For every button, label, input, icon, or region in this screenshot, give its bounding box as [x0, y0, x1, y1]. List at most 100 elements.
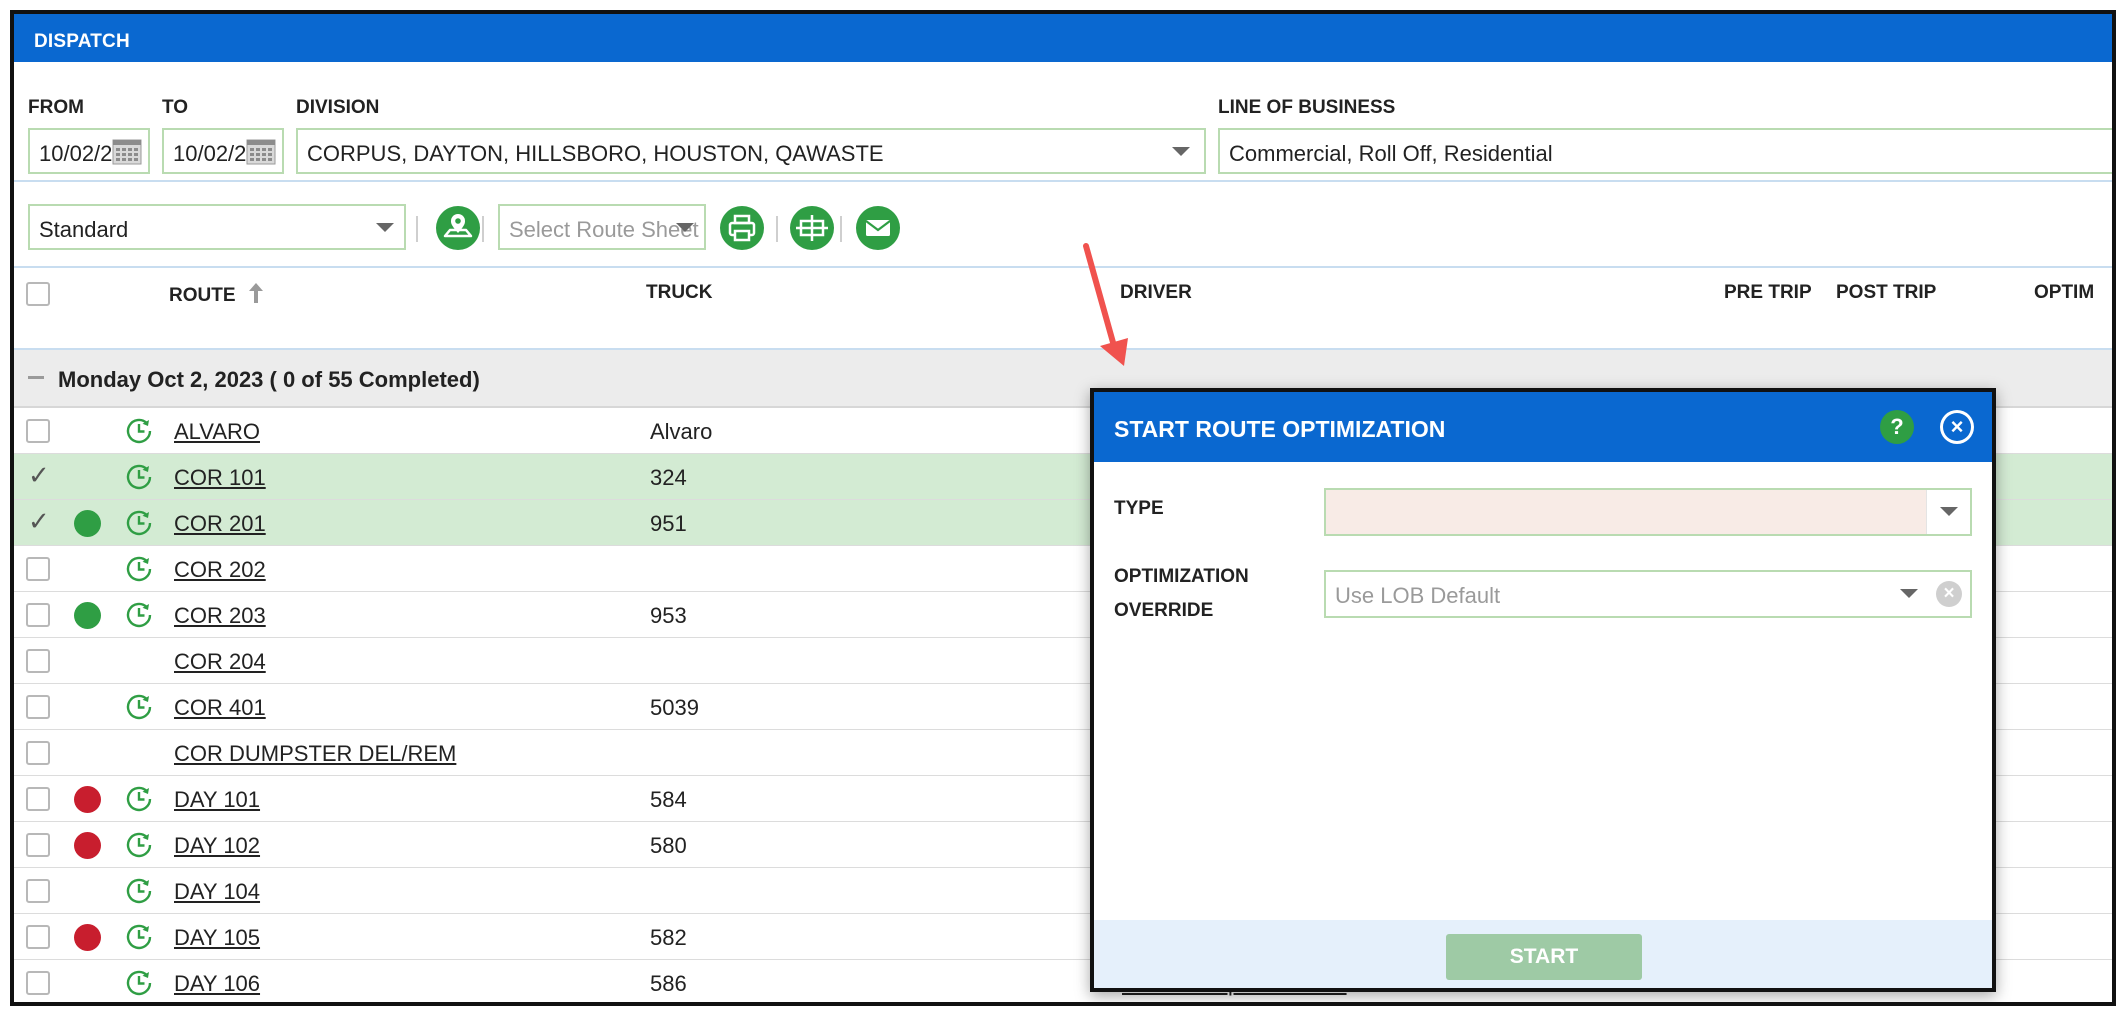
route-history-clock-icon[interactable] — [124, 508, 154, 538]
view-select[interactable]: Standard — [28, 204, 406, 250]
post-trip-column-header[interactable]: POST TRIP — [1836, 282, 1936, 304]
date-group-label: Monday Oct 2, 2023 ( 0 of 55 Completed) — [58, 367, 480, 392]
route-name-link[interactable]: DAY 102 — [174, 833, 260, 859]
optimization-override-label: OPTIMIZATION OVERRIDE — [1114, 560, 1249, 628]
print-button[interactable] — [720, 206, 764, 250]
route-history-clock-icon[interactable] — [124, 830, 154, 860]
to-label: TO — [162, 97, 189, 118]
chevron-down-icon[interactable] — [1900, 589, 1918, 598]
route-history-clock-icon[interactable] — [124, 968, 154, 998]
optimize-routes-button[interactable] — [790, 206, 834, 250]
pre-trip-column-header[interactable]: PRE TRIP — [1724, 282, 1812, 304]
row-checkbox[interactable] — [26, 833, 50, 857]
route-name-link[interactable]: COR 204 — [174, 649, 266, 675]
route-history-clock-icon[interactable] — [124, 922, 154, 952]
route-name-link[interactable]: COR DUMPSTER DEL/REM — [174, 741, 456, 767]
email-button[interactable] — [856, 206, 900, 250]
route-name-link[interactable]: COR 203 — [174, 603, 266, 629]
route-optimize-icon — [796, 215, 828, 241]
override-placeholder: Use LOB Default — [1335, 583, 1501, 608]
envelope-icon — [865, 220, 891, 236]
route-name-link[interactable]: COR 401 — [174, 695, 266, 721]
calendar-icon[interactable] — [246, 139, 276, 165]
close-icon: × — [1943, 413, 1971, 441]
line-of-business-select[interactable]: Commercial, Roll Off, Residential — [1218, 128, 2112, 174]
route-history-clock-icon[interactable] — [124, 784, 154, 814]
view-value: Standard — [39, 217, 129, 242]
truck-cell: 584 — [650, 787, 687, 812]
dispatch-window: DISPATCH FROM 10/02/23 TO 10/02/23 DIVIS… — [10, 10, 2116, 1006]
help-button[interactable]: ? — [1880, 410, 1914, 444]
from-label: FROM — [28, 97, 84, 118]
map-pin-icon — [443, 214, 473, 238]
optimization-column-header[interactable]: OPTIM — [2034, 282, 2094, 304]
clear-icon[interactable]: × — [1936, 581, 1962, 607]
checkmark-icon[interactable]: ✓ — [28, 506, 50, 537]
start-route-optimization-dialog: START ROUTE OPTIMIZATION ? × TYPE OPTIMI… — [1090, 388, 1996, 992]
truck-cell: 586 — [650, 971, 687, 996]
division-value: CORPUS, DAYTON, HILLSBORO, HOUSTON, QAWA… — [307, 141, 884, 166]
route-status-dot-icon — [74, 786, 101, 813]
row-checkbox[interactable] — [26, 419, 50, 443]
route-map-button[interactable] — [436, 206, 480, 250]
row-checkbox[interactable] — [26, 649, 50, 673]
type-label: TYPE — [1114, 498, 1164, 519]
filter-bar: FROM 10/02/23 TO 10/02/23 DIVISION CORPU… — [14, 62, 2112, 182]
row-checkbox[interactable] — [26, 695, 50, 719]
from-date-field[interactable]: 10/02/23 — [28, 128, 150, 174]
to-date-field[interactable]: 10/02/23 — [162, 128, 284, 174]
select-all-checkbox[interactable] — [26, 282, 50, 306]
row-checkbox[interactable] — [26, 741, 50, 765]
type-select[interactable] — [1324, 488, 1972, 536]
route-sheet-placeholder: Select Route Sheet — [509, 217, 699, 242]
dialog-header: START ROUTE OPTIMIZATION ? × — [1094, 392, 1992, 462]
route-name-link[interactable]: COR 101 — [174, 465, 266, 491]
route-name-link[interactable]: DAY 101 — [174, 787, 260, 813]
route-name-link[interactable]: DAY 104 — [174, 879, 260, 905]
truck-cell: 582 — [650, 925, 687, 950]
chevron-down-icon — [376, 223, 394, 232]
truck-column-header[interactable]: TRUCK — [646, 282, 713, 304]
optimization-override-select[interactable]: Use LOB Default × — [1324, 570, 1972, 618]
route-name-link[interactable]: DAY 105 — [174, 925, 260, 951]
division-select[interactable]: CORPUS, DAYTON, HILLSBORO, HOUSTON, QAWA… — [296, 128, 1206, 174]
start-button[interactable]: START — [1446, 934, 1642, 980]
route-column-header[interactable]: ROUTE — [169, 282, 265, 307]
route-name-link[interactable]: ALVARO — [174, 419, 260, 445]
route-name-link[interactable]: DAY 106 — [174, 971, 260, 997]
checkmark-icon[interactable]: ✓ — [28, 460, 50, 491]
row-checkbox[interactable] — [26, 603, 50, 627]
override-label-line-1: OPTIMIZATION — [1114, 566, 1249, 587]
collapse-icon[interactable] — [28, 376, 44, 379]
row-checkbox[interactable] — [26, 879, 50, 903]
row-checkbox[interactable] — [26, 971, 50, 995]
truck-cell: 5039 — [650, 695, 699, 720]
chevron-down-icon — [676, 223, 694, 232]
route-history-clock-icon[interactable] — [124, 876, 154, 906]
driver-column-header[interactable]: DRIVER — [1120, 282, 1192, 304]
type-dropdown-toggle[interactable] — [1926, 490, 1970, 534]
table-header: ROUTE TRUCK DRIVER PRE TRIP POST TRIP OP… — [14, 268, 2112, 350]
row-checkbox[interactable] — [26, 787, 50, 811]
toolbar: Standard Select Route Sheet — [14, 182, 2112, 268]
dialog-footer: START — [1094, 920, 1992, 988]
route-status-dot-icon — [74, 832, 101, 859]
override-label-line-2: OVERRIDE — [1114, 600, 1214, 621]
calendar-icon[interactable] — [112, 139, 142, 165]
route-history-clock-icon[interactable] — [124, 600, 154, 630]
route-history-clock-icon[interactable] — [124, 554, 154, 584]
row-checkbox[interactable] — [26, 557, 50, 581]
route-history-clock-icon[interactable] — [124, 462, 154, 492]
close-button[interactable]: × — [1940, 410, 1974, 444]
route-name-link[interactable]: COR 202 — [174, 557, 266, 583]
division-label: DIVISION — [296, 97, 380, 118]
route-sheet-select[interactable]: Select Route Sheet — [498, 204, 706, 250]
route-name-link[interactable]: COR 201 — [174, 511, 266, 537]
route-column-label: ROUTE — [169, 285, 236, 306]
route-status-dot-icon — [74, 510, 101, 537]
row-checkbox[interactable] — [26, 925, 50, 949]
route-history-clock-icon[interactable] — [124, 692, 154, 722]
route-history-clock-icon[interactable] — [124, 416, 154, 446]
dialog-title: START ROUTE OPTIMIZATION — [1114, 416, 1446, 442]
truck-cell: 324 — [650, 465, 687, 490]
